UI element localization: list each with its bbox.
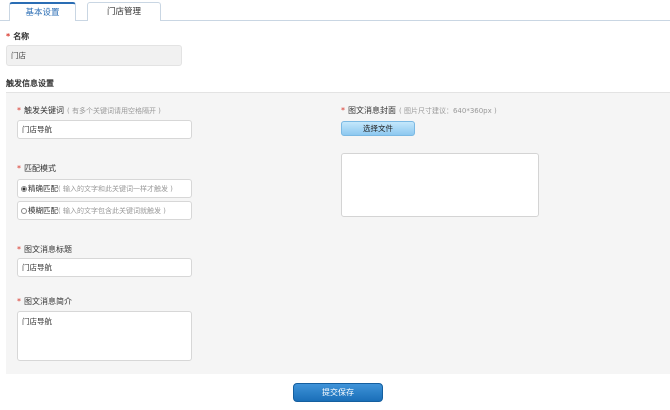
cover-label: * 图文消息封面( 图片尺寸建议：640*360px ): [341, 106, 497, 115]
radio-fuzzy-match[interactable]: 模糊匹配( 输入的文字包含此关键词就触发 ): [17, 201, 192, 220]
required-marker: *: [6, 32, 11, 41]
news-title-input[interactable]: 门店导航: [17, 258, 192, 277]
news-title-label: * 图文消息标题: [17, 245, 72, 254]
radio-unchecked-icon[interactable]: [21, 208, 27, 214]
choose-file-button[interactable]: 选择文件: [341, 121, 415, 136]
required-marker: *: [17, 297, 21, 306]
tab-basic-settings[interactable]: 基本设置: [9, 2, 76, 22]
keyword-label: * 触发关键词( 有多个关键词请用空格隔开 ): [17, 106, 161, 115]
cover-preview-box: [341, 153, 539, 217]
news-intro-textarea[interactable]: 门店导航: [17, 311, 192, 361]
required-marker: *: [341, 106, 345, 115]
tab-store-management[interactable]: 门店管理: [87, 2, 161, 21]
submit-save-button[interactable]: 提交保存: [293, 383, 383, 402]
tab-bar: 基本设置 门店管理: [0, 0, 670, 22]
name-label: * 名称: [6, 32, 30, 41]
required-marker: *: [17, 245, 21, 254]
radio-checked-icon[interactable]: [21, 186, 27, 192]
radio-exact-match[interactable]: 精确匹配( 输入的文字和此关键词一样才触发 ): [17, 179, 192, 198]
match-mode-label: * 匹配模式: [17, 164, 56, 173]
required-marker: *: [17, 106, 21, 115]
section-title: 触发信息设置: [6, 79, 54, 88]
required-marker: *: [17, 164, 21, 173]
news-intro-label: * 图文消息简介: [17, 297, 72, 306]
name-input[interactable]: 门店: [6, 45, 182, 66]
keyword-input[interactable]: 门店导航: [17, 120, 192, 139]
